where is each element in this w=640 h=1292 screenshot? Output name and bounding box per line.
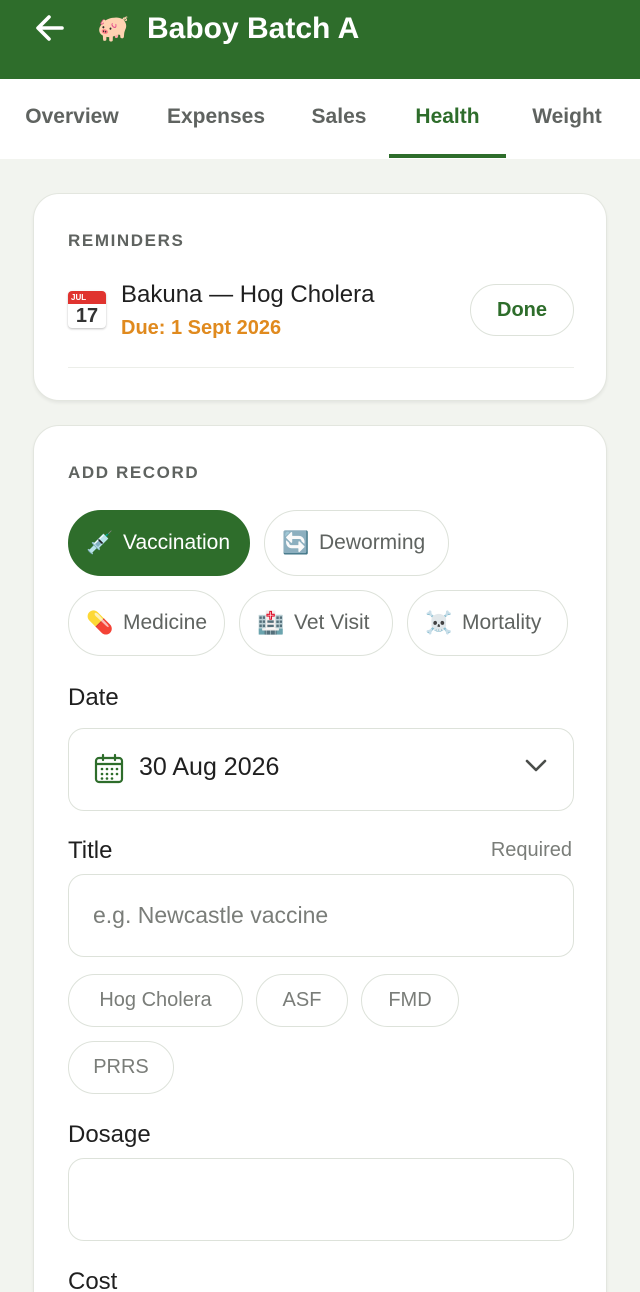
calendar-icon: JUL 17 — [68, 291, 106, 328]
reminders-heading: REMINDERS — [68, 231, 185, 250]
cycle-icon: 🔄 — [282, 530, 310, 555]
chip-label: Deworming — [319, 531, 426, 554]
date-label: Date — [68, 684, 119, 711]
reminder-title: Bakuna — Hog Cholera — [121, 281, 375, 308]
title-suggestion-asf[interactable]: ASF — [256, 974, 348, 1027]
done-button[interactable]: Done — [470, 284, 574, 336]
dosage-field — [68, 1158, 574, 1241]
type-chip-vaccination[interactable]: 💉 Vaccination — [68, 510, 250, 576]
pig-icon: 🐖 — [97, 13, 130, 43]
skull-icon: ☠️ — [425, 610, 453, 635]
back-button[interactable] — [30, 8, 70, 48]
app-bar: 🐖 Baboy Batch A — [0, 0, 640, 79]
cost-label: Cost — [68, 1268, 118, 1292]
tab-overview[interactable]: Overview — [10, 79, 134, 159]
chip-label: Vet Visit — [294, 611, 370, 634]
reminders-card: REMINDERS JUL 17 Bakuna — Hog Cholera Du… — [33, 193, 607, 401]
type-chip-deworming[interactable]: 🔄 Deworming — [264, 510, 449, 576]
page-title: Baboy Batch A — [147, 12, 360, 45]
type-chip-medicine[interactable]: 💊 Medicine — [68, 590, 225, 656]
syringe-icon: 💉 — [86, 530, 114, 555]
reminder-due-date: Due: 1 Sept 2026 — [121, 317, 282, 339]
required-label: Required — [490, 839, 572, 861]
add-record-heading: ADD RECORD — [68, 463, 200, 482]
dosage-label: Dosage — [68, 1121, 151, 1148]
chip-label: Medicine — [123, 611, 208, 634]
calendar-day: 17 — [75, 305, 99, 327]
type-chip-vet-visit[interactable]: 🏥 Vet Visit — [239, 590, 393, 656]
title-suggestion-prrs[interactable]: PRRS — [68, 1041, 174, 1094]
tab-weight[interactable]: Weight — [516, 79, 618, 159]
dosage-input[interactable] — [69, 1159, 573, 1240]
tab-sales[interactable]: Sales — [296, 79, 382, 159]
calendar-icon — [94, 753, 124, 784]
date-picker[interactable]: 30 Aug 2026 — [68, 728, 574, 811]
tab-bar: Overview Expenses Sales Health Weight — [0, 79, 640, 159]
pill-icon: 💊 — [86, 610, 114, 635]
tab-health[interactable]: Health — [389, 79, 506, 159]
title-input[interactable] — [69, 875, 573, 956]
active-tab-indicator — [389, 154, 506, 158]
date-value: 30 Aug 2026 — [139, 753, 280, 781]
title-suggestion-hog-cholera[interactable]: Hog Cholera — [68, 974, 243, 1027]
arrow-left-icon — [36, 15, 64, 41]
title-label: Title — [68, 837, 113, 864]
tab-expenses[interactable]: Expenses — [154, 79, 278, 159]
calendar-month: JUL — [68, 291, 106, 304]
divider — [68, 367, 574, 368]
chip-label: Vaccination — [123, 531, 231, 554]
title-suggestion-fmd[interactable]: FMD — [361, 974, 459, 1027]
chevron-down-icon — [525, 759, 547, 772]
type-chip-mortality[interactable]: ☠️ Mortality — [407, 590, 568, 656]
title-field — [68, 874, 574, 957]
chip-label: Mortality — [462, 611, 542, 634]
add-record-card: ADD RECORD 💉 Vaccination 🔄 Deworming 💊 M… — [33, 425, 607, 1292]
hospital-icon: 🏥 — [257, 610, 285, 635]
